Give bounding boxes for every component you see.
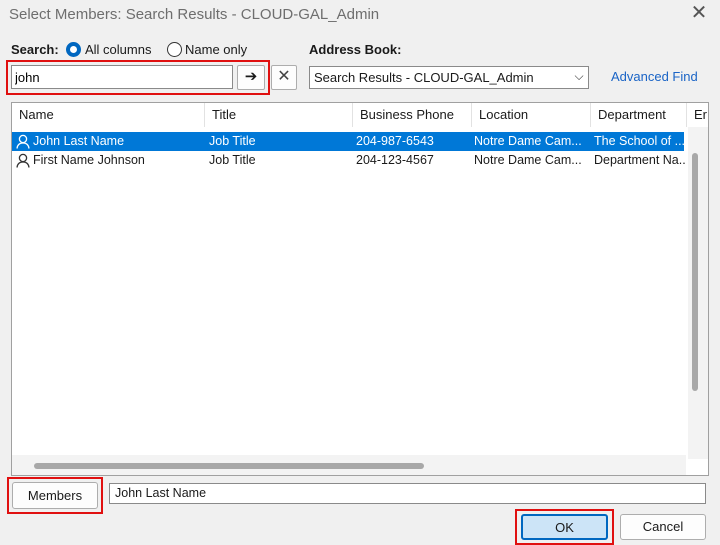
column-header-title[interactable]: Title — [205, 103, 353, 127]
cancel-button[interactable]: Cancel — [620, 514, 706, 540]
address-book-label: Address Book: — [309, 42, 402, 57]
person-icon — [16, 153, 30, 168]
radio-all-columns-label[interactable]: All columns — [85, 42, 151, 57]
cell-department: The School of ... — [594, 134, 686, 148]
radio-name-only[interactable] — [167, 42, 182, 57]
column-header-location[interactable]: Location — [472, 103, 591, 127]
advanced-find-link[interactable]: Advanced Find — [611, 69, 698, 84]
table-row[interactable]: John Last Name Job Title 204-987-6543 No… — [12, 132, 686, 151]
column-header-name[interactable]: Name — [12, 103, 205, 127]
cell-title: Job Title — [209, 134, 256, 148]
window-title: Select Members: Search Results - CLOUD-G… — [9, 6, 380, 23]
address-book-select[interactable]: Search Results - CLOUD-GAL_Admin — [309, 66, 589, 89]
cell-title: Job Title — [209, 153, 256, 167]
vertical-scrollbar[interactable] — [688, 127, 708, 459]
cell-phone: 204-123-4567 — [356, 153, 434, 167]
go-button[interactable]: ➔ — [237, 65, 265, 90]
clear-search-button[interactable]: ✕ — [271, 65, 297, 90]
column-header-business-phone[interactable]: Business Phone — [353, 103, 472, 127]
results-list[interactable]: Name Title Business Phone Location Depar… — [11, 102, 709, 476]
members-field[interactable]: John Last Name — [109, 483, 706, 504]
search-label: Search: — [11, 42, 59, 57]
table-row[interactable]: First Name Johnson Job Title 204-123-456… — [12, 151, 686, 170]
clear-icon: ✕ — [277, 68, 291, 85]
column-header-email[interactable]: Er — [687, 103, 708, 127]
cell-department: Department Na... — [594, 153, 686, 167]
person-icon — [16, 134, 30, 149]
column-header-department[interactable]: Department — [591, 103, 687, 127]
close-icon[interactable]: ✕ — [688, 2, 710, 24]
cell-location: Notre Dame Cam... — [474, 134, 582, 148]
title-bar: Select Members: Search Results - CLOUD-G… — [0, 0, 720, 30]
cell-phone: 204-987-6543 — [356, 134, 434, 148]
members-button[interactable]: Members — [12, 482, 98, 509]
search-input[interactable] — [11, 65, 233, 89]
cell-name: John Last Name — [33, 134, 125, 148]
arrow-right-icon: ➔ — [244, 68, 258, 85]
horizontal-scroll-thumb[interactable] — [34, 463, 424, 469]
radio-all-columns[interactable] — [66, 42, 81, 57]
cell-location: Notre Dame Cam... — [474, 153, 582, 167]
vertical-scroll-thumb[interactable] — [692, 153, 698, 391]
ok-button[interactable]: OK — [521, 514, 608, 540]
radio-name-only-label[interactable]: Name only — [185, 42, 247, 57]
cell-name: First Name Johnson — [33, 153, 145, 167]
chevron-down-icon[interactable]: ⌵ — [570, 66, 588, 89]
